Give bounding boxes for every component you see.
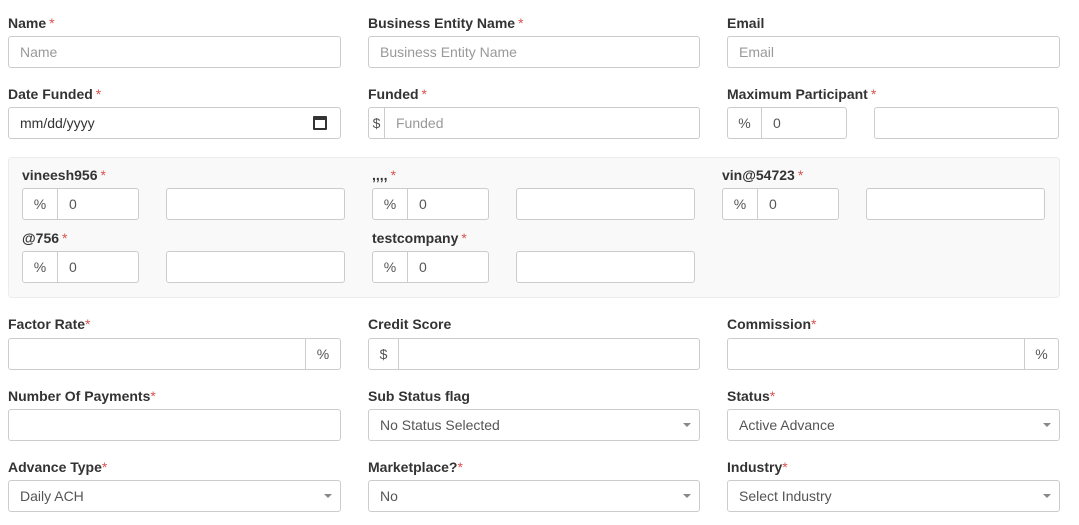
business-entity-name-label: Business Entity Name * <box>368 15 524 31</box>
participant-label: vin@54723 * <box>722 167 804 183</box>
participant-percent-prefix: % <box>722 188 758 220</box>
number-of-payments-input[interactable] <box>8 409 341 441</box>
participant-percent-input[interactable]: 0 <box>57 251 139 283</box>
participant-percent-input[interactable]: 0 <box>407 251 489 283</box>
maximum-participant-label: Maximum Participant * <box>727 86 877 102</box>
advance-type-label: Advance Type* <box>8 459 108 475</box>
name-input[interactable] <box>8 36 341 68</box>
chevron-down-icon <box>1043 494 1051 498</box>
participant-percent-prefix: % <box>372 188 408 220</box>
participant-amount-input[interactable] <box>166 251 345 283</box>
chevron-down-icon <box>324 494 332 498</box>
chevron-down-icon <box>683 494 691 498</box>
email-label: Email <box>727 15 765 31</box>
participant-label: vineesh956 * <box>22 167 106 183</box>
sub-status-flag-label: Sub Status flag <box>368 388 470 404</box>
participant-percent-input[interactable]: 0 <box>757 188 839 220</box>
participant-label: @756 * <box>22 230 68 246</box>
participant-percent-input[interactable]: 0 <box>407 188 489 220</box>
number-of-payments-label: Number Of Payments* <box>8 388 156 404</box>
marketplace-select[interactable]: No <box>368 480 700 512</box>
credit-score-prefix: $ <box>368 338 399 370</box>
participant-label: ,,,, * <box>372 167 397 183</box>
maximum-participant-input[interactable]: 0 <box>761 107 847 139</box>
marketplace-label: Marketplace?* <box>368 459 463 475</box>
industry-select[interactable]: Select Industry <box>727 480 1060 512</box>
chevron-down-icon <box>683 423 691 427</box>
factor-rate-input[interactable] <box>8 338 306 370</box>
status-select[interactable]: Active Advance <box>727 409 1060 441</box>
funded-label: Funded * <box>368 86 427 102</box>
date-funded-label: Date Funded * <box>8 86 102 102</box>
participant-percent-input[interactable]: 0 <box>57 188 139 220</box>
funded-prefix: $ <box>368 107 385 139</box>
participant-amount-input[interactable] <box>166 188 345 220</box>
participant-amount-input[interactable] <box>516 188 695 220</box>
business-entity-name-input[interactable] <box>368 36 700 68</box>
commission-label: Commission* <box>727 316 817 332</box>
funded-input[interactable] <box>384 107 700 139</box>
participant-percent-prefix: % <box>22 188 58 220</box>
industry-label: Industry* <box>727 459 788 475</box>
credit-score-label: Credit Score <box>368 316 452 332</box>
participant-label: testcompany * <box>372 230 467 246</box>
participant-amount-input[interactable] <box>866 188 1045 220</box>
commission-suffix: % <box>1024 338 1059 370</box>
factor-rate-label: Factor Rate* <box>8 316 91 332</box>
maximum-participant-prefix: % <box>727 107 762 139</box>
calendar-icon[interactable] <box>313 116 327 130</box>
email-input[interactable] <box>727 36 1060 68</box>
commission-input[interactable] <box>727 338 1025 370</box>
participant-percent-prefix: % <box>372 251 408 283</box>
chevron-down-icon <box>1043 423 1051 427</box>
sub-status-flag-select[interactable]: No Status Selected <box>368 409 700 441</box>
date-funded-input[interactable]: mm/dd/yyyy <box>8 107 341 139</box>
factor-rate-suffix: % <box>305 338 341 370</box>
status-label: Status* <box>727 388 776 404</box>
maximum-participant-extra-input[interactable] <box>874 107 1059 139</box>
participant-percent-prefix: % <box>22 251 58 283</box>
name-label: Name * <box>8 15 55 31</box>
participant-amount-input[interactable] <box>516 251 695 283</box>
advance-type-select[interactable]: Daily ACH <box>8 480 341 512</box>
credit-score-input[interactable] <box>398 338 700 370</box>
